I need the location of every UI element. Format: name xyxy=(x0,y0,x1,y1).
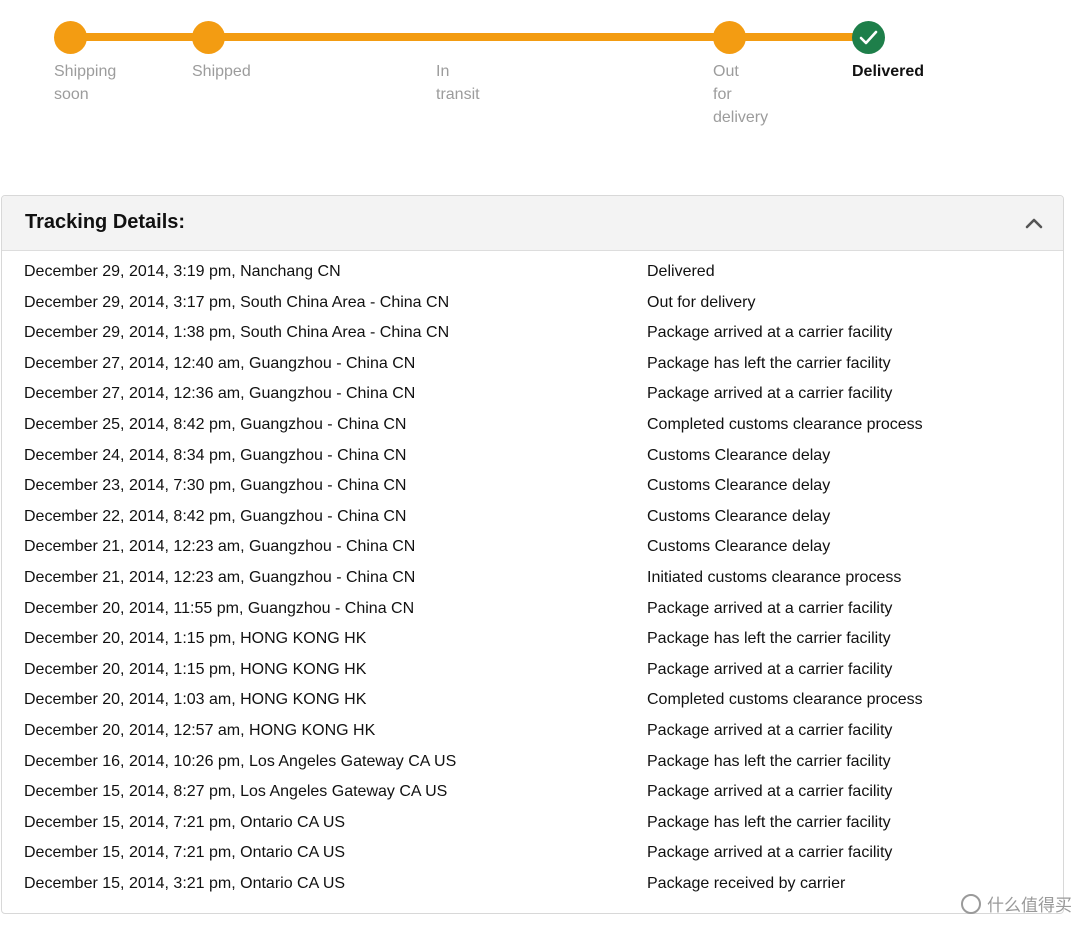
tracking-event-row: December 15, 2014, 8:27 pm, Los Angeles … xyxy=(2,781,1063,812)
tracking-event-row: December 22, 2014, 8:42 pm, Guangzhou - … xyxy=(2,506,1063,537)
tracking-event-row: December 15, 2014, 7:21 pm, Ontario CA U… xyxy=(2,812,1063,843)
event-status: Package arrived at a carrier facility xyxy=(647,599,893,617)
event-timestamp-location: December 21, 2014, 12:23 am, Guangzhou -… xyxy=(24,538,416,556)
step-label-in-transit: In transit xyxy=(436,60,480,106)
tracking-event-row: December 16, 2014, 10:26 pm, Los Angeles… xyxy=(2,751,1063,782)
event-status: Package has left the carrier facility xyxy=(647,813,891,831)
step-label-line: for xyxy=(713,86,732,103)
tracking-event-row: December 15, 2014, 7:21 pm, Ontario CA U… xyxy=(2,842,1063,873)
tracking-details-panel: Tracking Details: December 29, 2014, 3:1… xyxy=(1,195,1064,914)
checkmark-icon xyxy=(859,30,878,45)
event-status: Customs Clearance delay xyxy=(647,507,831,525)
tracking-event-row: December 27, 2014, 12:36 am, Guangzhou -… xyxy=(2,383,1063,414)
event-status: Package arrived at a carrier facility xyxy=(647,844,893,862)
event-timestamp-location: December 22, 2014, 8:42 pm, Guangzhou - … xyxy=(24,507,407,525)
tracking-event-row: December 20, 2014, 12:57 am, HONG KONG H… xyxy=(2,720,1063,751)
tracking-event-row: December 24, 2014, 8:34 pm, Guangzhou - … xyxy=(2,445,1063,476)
event-timestamp-location: December 20, 2014, 1:15 pm, HONG KONG HK xyxy=(24,630,367,648)
step-label-line: transit xyxy=(436,86,480,103)
event-status: Package has left the carrier facility xyxy=(647,630,891,648)
event-status: Out for delivery xyxy=(647,293,756,311)
tracking-event-row: December 29, 2014, 1:38 pm, South China … xyxy=(2,322,1063,353)
tracking-event-row: December 21, 2014, 12:23 am, Guangzhou -… xyxy=(2,567,1063,598)
event-timestamp-location: December 15, 2014, 3:21 pm, Ontario CA U… xyxy=(24,874,346,892)
step-label-line: Delivered xyxy=(852,63,925,80)
step-dot-out-for-delivery xyxy=(713,21,746,54)
event-status: Completed customs clearance process xyxy=(647,415,923,433)
watermark-text: 什么值得买 xyxy=(987,896,1072,915)
event-timestamp-location: December 29, 2014, 3:17 pm, South China … xyxy=(24,293,450,311)
watermark: 什么值得买 xyxy=(961,891,1072,916)
event-timestamp-location: December 27, 2014, 12:40 am, Guangzhou -… xyxy=(24,354,416,372)
progress-line xyxy=(70,33,870,41)
event-timestamp-location: December 15, 2014, 8:27 pm, Los Angeles … xyxy=(24,783,448,801)
step-label-delivered: Delivered xyxy=(852,60,924,83)
step-label-line: Shipped xyxy=(192,63,251,80)
tracking-event-row: December 29, 2014, 3:19 pm, Nanchang CN … xyxy=(2,261,1063,292)
smzdm-logo-icon xyxy=(961,893,981,914)
step-label-line: In xyxy=(436,63,450,80)
event-timestamp-location: December 23, 2014, 7:30 pm, Guangzhou - … xyxy=(24,477,407,495)
event-status: Package has left the carrier facility xyxy=(647,752,891,770)
step-label-shipped: Shipped xyxy=(192,60,251,83)
step-label-line: soon xyxy=(54,86,89,103)
tracking-event-row: December 15, 2014, 3:21 pm, Ontario CA U… xyxy=(2,873,1063,904)
tracking-event-row: December 20, 2014, 1:15 pm, HONG KONG HK… xyxy=(2,628,1063,659)
step-label-line: Out xyxy=(713,63,739,80)
event-timestamp-location: December 20, 2014, 1:15 pm, HONG KONG HK xyxy=(24,660,367,678)
tracking-event-row: December 29, 2014, 3:17 pm, South China … xyxy=(2,292,1063,323)
event-timestamp-location: December 20, 2014, 12:57 am, HONG KONG H… xyxy=(24,721,376,739)
event-timestamp-location: December 21, 2014, 12:23 am, Guangzhou -… xyxy=(24,568,416,586)
step-dot-delivered xyxy=(852,21,885,54)
event-status: Package arrived at a carrier facility xyxy=(647,660,893,678)
event-timestamp-location: December 29, 2014, 3:19 pm, Nanchang CN xyxy=(24,263,341,280)
event-timestamp-location: December 25, 2014, 8:42 pm, Guangzhou - … xyxy=(24,415,407,433)
shipment-progress-tracker: Shipping soon Shipped In transit Out for… xyxy=(0,0,1080,160)
event-status: Customs Clearance delay xyxy=(647,538,831,556)
step-dot-shipping-soon xyxy=(54,21,87,54)
event-status: Customs Clearance delay xyxy=(647,446,831,464)
event-status: Delivered xyxy=(647,263,715,280)
event-status: Customs Clearance delay xyxy=(647,477,831,495)
tracking-events-list: December 29, 2014, 3:19 pm, Nanchang CN … xyxy=(2,261,1063,903)
event-timestamp-location: December 16, 2014, 10:26 pm, Los Angeles… xyxy=(24,752,457,770)
chevron-up-icon xyxy=(1025,218,1043,229)
tracking-event-row: December 25, 2014, 8:42 pm, Guangzhou - … xyxy=(2,414,1063,445)
tracking-event-row: December 20, 2014, 11:55 pm, Guangzhou -… xyxy=(2,598,1063,629)
event-timestamp-location: December 15, 2014, 7:21 pm, Ontario CA U… xyxy=(24,813,346,831)
event-timestamp-location: December 27, 2014, 12:36 am, Guangzhou -… xyxy=(24,385,416,403)
event-status: Package received by carrier xyxy=(647,874,846,892)
event-status: Package arrived at a carrier facility xyxy=(647,783,893,801)
tracking-event-row: December 27, 2014, 12:40 am, Guangzhou -… xyxy=(2,353,1063,384)
tracking-event-row: December 20, 2014, 1:03 am, HONG KONG HK… xyxy=(2,689,1063,720)
step-label-line: Shipping xyxy=(54,63,117,80)
tracking-event-row: December 20, 2014, 1:15 pm, HONG KONG HK… xyxy=(2,659,1063,690)
step-label-shipping-soon: Shipping soon xyxy=(54,60,116,106)
event-status: Package has left the carrier facility xyxy=(647,354,891,372)
tracking-event-row: December 21, 2014, 12:23 am, Guangzhou -… xyxy=(2,536,1063,567)
event-status: Package arrived at a carrier facility xyxy=(647,324,893,342)
event-timestamp-location: December 24, 2014, 8:34 pm, Guangzhou - … xyxy=(24,446,407,464)
event-status: Completed customs clearance process xyxy=(647,691,923,709)
event-status: Package arrived at a carrier facility xyxy=(647,385,893,403)
event-status: Initiated customs clearance process xyxy=(647,568,902,586)
step-label-out-for-delivery: Out for delivery xyxy=(713,60,768,129)
event-timestamp-location: December 29, 2014, 1:38 pm, South China … xyxy=(24,324,450,342)
event-timestamp-location: December 20, 2014, 1:03 am, HONG KONG HK xyxy=(24,691,367,709)
event-status: Package arrived at a carrier facility xyxy=(647,721,893,739)
panel-title: Tracking Details: xyxy=(25,211,186,233)
event-timestamp-location: December 20, 2014, 11:55 pm, Guangzhou -… xyxy=(24,599,415,617)
tracking-details-header[interactable]: Tracking Details: xyxy=(2,196,1063,251)
step-dot-shipped xyxy=(192,21,225,54)
step-label-line: delivery xyxy=(713,109,769,126)
collapse-toggle-button[interactable] xyxy=(1023,212,1045,234)
event-timestamp-location: December 15, 2014, 7:21 pm, Ontario CA U… xyxy=(24,844,346,862)
tracking-event-row: December 23, 2014, 7:30 pm, Guangzhou - … xyxy=(2,475,1063,506)
